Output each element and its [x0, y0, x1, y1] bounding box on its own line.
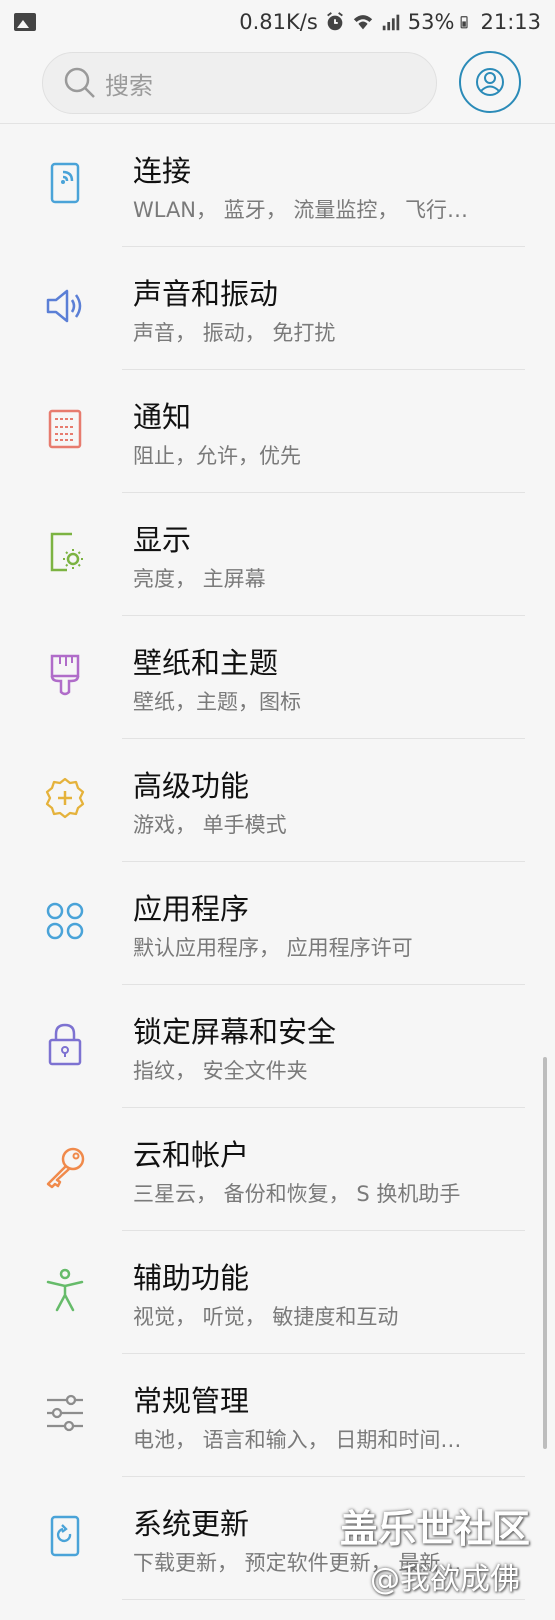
key-icon [40, 1142, 90, 1192]
settings-item-display[interactable]: 显示 亮度， 主屏幕 [0, 493, 555, 616]
wifi-icon [353, 15, 372, 30]
lock-icon [40, 1019, 90, 1069]
item-title: 高级功能 [133, 769, 250, 803]
item-subtitle: 声音， 振动， 免打扰 [133, 321, 336, 345]
item-title: 应用程序 [133, 892, 250, 926]
paintbrush-icon [40, 650, 90, 700]
battery-percent: 53% [407, 10, 455, 34]
status-bar: 0.81K/s 53% 21:13 [0, 0, 555, 44]
search-icon [64, 67, 95, 98]
item-title: 通知 [133, 400, 192, 434]
settings-item-sound[interactable]: 声音和振动 声音， 振动， 免打扰 [0, 247, 555, 370]
item-title: 锁定屏幕和安全 [133, 1015, 337, 1049]
item-subtitle: 三星云， 备份和恢复， S 换机助手 [133, 1182, 461, 1206]
settings-item-apps[interactable]: 应用程序 默认应用程序， 应用程序许可 [0, 862, 555, 985]
item-subtitle: 指纹， 安全文件夹 [133, 1059, 308, 1083]
watermark-author: @我欲成佛 [370, 1562, 520, 1597]
search-header: 搜索 [0, 44, 555, 124]
settings-item-general-management[interactable]: 常规管理 电池， 语言和输入， 日期和时间… [0, 1354, 555, 1477]
scrollbar[interactable] [543, 1057, 547, 1449]
item-subtitle: 游戏， 单手模式 [133, 813, 287, 837]
accessibility-icon [40, 1265, 90, 1315]
item-title: 声音和振动 [133, 277, 279, 311]
network-speed: 0.81K/s [239, 10, 318, 34]
settings-item-connections[interactable]: 连接 WLAN， 蓝牙， 流量监控， 飞行… [0, 124, 555, 247]
alarm-icon [326, 12, 343, 31]
gear-plus-icon [40, 773, 90, 823]
item-subtitle: 电池， 语言和输入， 日期和时间… [133, 1428, 462, 1452]
battery-icon [461, 16, 469, 29]
item-title: 云和帐户 [133, 1138, 250, 1172]
settings-list: 连接 WLAN， 蓝牙， 流量监控， 飞行… 声音和振动 声音， 振动， 免打扰… [0, 124, 555, 1600]
settings-item-notifications[interactable]: 通知 阻止，允许，优先 [0, 370, 555, 493]
settings-item-lock-screen-security[interactable]: 锁定屏幕和安全 指纹， 安全文件夹 [0, 985, 555, 1108]
watermark-title: 盖乐世社区 [340, 1507, 531, 1551]
settings-item-advanced-features[interactable]: 高级功能 游戏， 单手模式 [0, 739, 555, 862]
item-title: 显示 [133, 523, 192, 557]
item-subtitle: 亮度， 主屏幕 [133, 567, 266, 591]
signal-icon [382, 14, 400, 31]
wifi-tablet-icon [40, 158, 90, 208]
apps-grid-icon [40, 896, 90, 946]
divider [122, 1599, 525, 1600]
item-subtitle: 视觉， 听觉， 敏捷度和互动 [133, 1305, 399, 1329]
item-subtitle: 默认应用程序， 应用程序许可 [133, 936, 413, 960]
search-input[interactable]: 搜索 [42, 52, 437, 114]
clock: 21:13 [480, 10, 541, 34]
person-icon [476, 68, 504, 96]
item-subtitle: 壁纸，主题，图标 [133, 690, 301, 714]
brightness-icon [40, 527, 90, 577]
speaker-icon [40, 281, 90, 331]
update-icon [40, 1511, 90, 1561]
item-title: 连接 [133, 154, 192, 188]
settings-item-cloud-accounts[interactable]: 云和帐户 三星云， 备份和恢复， S 换机助手 [0, 1108, 555, 1231]
gallery-notification-icon [14, 13, 36, 31]
search-placeholder: 搜索 [105, 71, 153, 100]
item-title: 壁纸和主题 [133, 646, 279, 680]
item-title: 辅助功能 [133, 1261, 250, 1295]
settings-item-accessibility[interactable]: 辅助功能 视觉， 听觉， 敏捷度和互动 [0, 1231, 555, 1354]
profile-button[interactable] [459, 51, 521, 113]
item-title: 系统更新 [133, 1507, 250, 1541]
item-subtitle: 阻止，允许，优先 [133, 444, 301, 468]
item-title: 常规管理 [133, 1384, 250, 1418]
item-subtitle: WLAN， 蓝牙， 流量监控， 飞行… [133, 198, 469, 222]
notification-icon [40, 404, 90, 454]
sliders-icon [40, 1388, 90, 1438]
settings-item-wallpapers-themes[interactable]: 壁纸和主题 壁纸，主题，图标 [0, 616, 555, 739]
